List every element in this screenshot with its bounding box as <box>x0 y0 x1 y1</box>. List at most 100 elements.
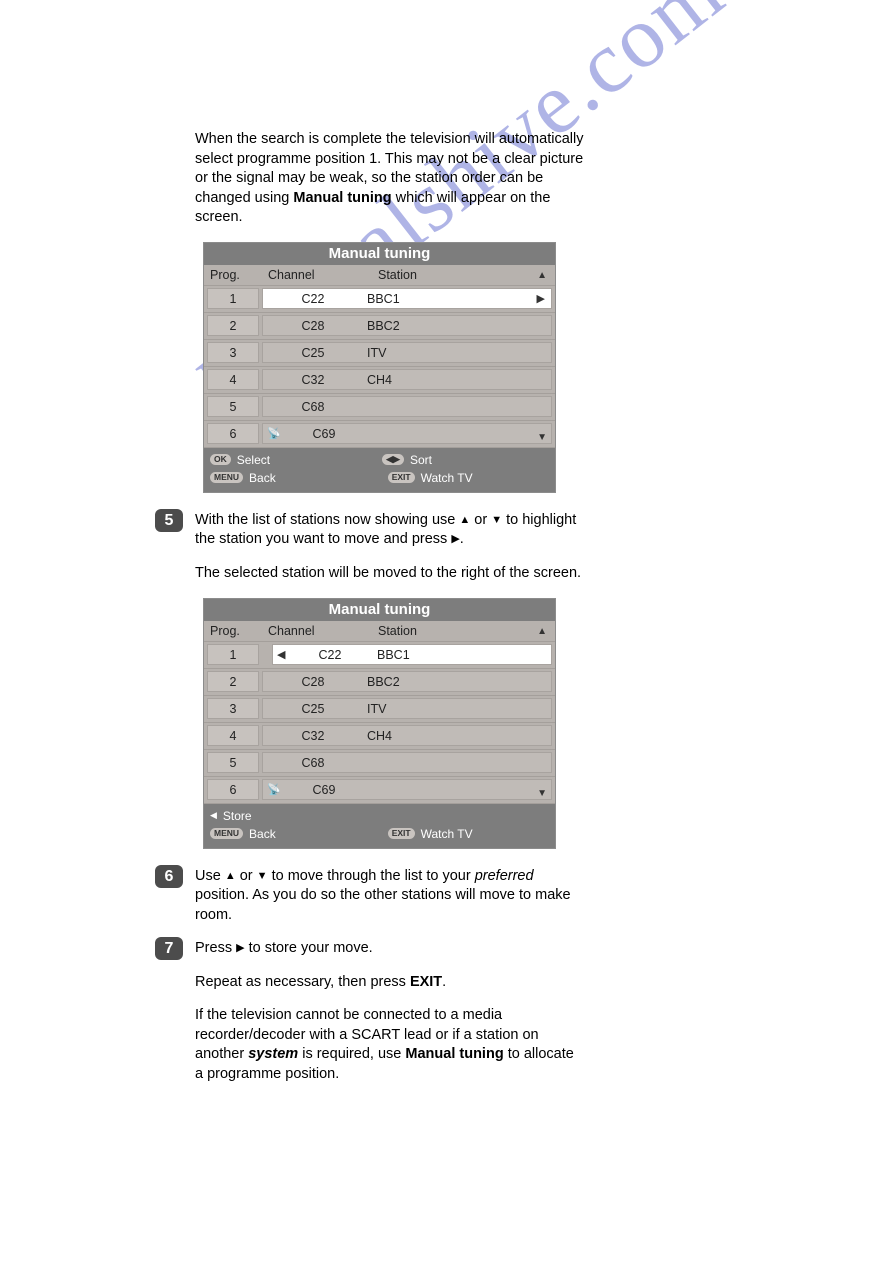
text: . <box>442 974 446 990</box>
row-main[interactable]: 📡 C69 <box>262 423 552 444</box>
sort-button-icon[interactable]: ◀▶ <box>382 454 404 465</box>
prog-cell: 4 <box>207 725 259 746</box>
text: or <box>236 868 257 884</box>
exit-button-icon[interactable]: EXIT <box>388 472 415 483</box>
table-row[interactable]: 3 C25 ITV <box>204 340 555 367</box>
prog-cell: 3 <box>207 342 259 363</box>
step-6: 6 Use ▲ or ▼ to move through the list to… <box>195 867 585 926</box>
col-prog: Prog. <box>204 265 262 285</box>
menu-button-icon[interactable]: MENU <box>210 472 243 483</box>
table-row[interactable]: 2 C28 BBC2 <box>204 313 555 340</box>
exit-button-icon[interactable]: EXIT <box>388 828 415 839</box>
menu-button-icon[interactable]: MENU <box>210 828 243 839</box>
triangle-right-icon: ▶ <box>451 532 459 547</box>
table-row[interactable]: 3 C25 ITV <box>204 696 555 723</box>
triangle-up-icon: ▲ <box>225 869 236 884</box>
row-main[interactable]: C28 BBC2 <box>262 671 552 692</box>
station-value: CH4 <box>363 729 551 743</box>
col-channel: Channel <box>262 621 372 641</box>
station-value: BBC1 <box>363 292 551 306</box>
text: position. As you do so the other station… <box>195 887 571 923</box>
manual-tuning-label: Manual tuning <box>293 190 391 206</box>
menu-title: Manual tuning <box>204 599 555 621</box>
step-7-text-3: If the television cannot be connected to… <box>195 1006 585 1084</box>
table-row[interactable]: 6 📡 C69 <box>204 421 555 448</box>
row-main[interactable]: C32 CH4 <box>262 369 552 390</box>
prog-cell: 2 <box>207 671 259 692</box>
prog-cell: 4 <box>207 369 259 390</box>
preferred-text: preferred <box>475 868 534 884</box>
text: Repeat as necessary, then press <box>195 974 410 990</box>
triangle-left-icon: ◀ <box>277 648 285 661</box>
step-6-text: Use ▲ or ▼ to move through the list to y… <box>195 867 585 926</box>
row-main[interactable]: C28 BBC2 <box>262 315 552 336</box>
step-5-text-1: With the list of stations now showing us… <box>195 511 585 550</box>
watch-tv-label: Watch TV <box>421 827 473 841</box>
station-value: BBC2 <box>363 675 551 689</box>
ok-button-icon[interactable]: OK <box>210 454 231 465</box>
col-channel: Channel <box>262 265 372 285</box>
row-main[interactable]: C68 <box>262 752 552 773</box>
channel-value: C28 <box>263 675 363 689</box>
triangle-down-icon: ▼ <box>257 869 268 884</box>
prog-cell: 5 <box>207 752 259 773</box>
row-main[interactable]: C68 <box>262 396 552 417</box>
table-row[interactable]: 4 C32 CH4 <box>204 723 555 750</box>
menu-rows: 1 ◀ C22 BBC1 2 C28 BBC2 3 C25 ITV <box>204 642 555 804</box>
step-7: 7 Press ▶ to store your move. Repeat as … <box>195 939 585 1084</box>
table-row[interactable]: 4 C32 CH4 <box>204 367 555 394</box>
back-label: Back <box>249 827 276 841</box>
channel-value: C69 <box>285 783 363 797</box>
station-value: ITV <box>363 346 551 360</box>
col-station: Station <box>372 265 555 285</box>
text: is required, use <box>298 1046 405 1062</box>
row-main[interactable]: C32 CH4 <box>262 725 552 746</box>
table-row[interactable]: 5 C68 <box>204 394 555 421</box>
sort-label: Sort <box>410 453 432 467</box>
select-label: Select <box>237 453 270 467</box>
text: to move through the list to your <box>268 868 475 884</box>
back-label: Back <box>249 471 276 485</box>
table-row[interactable]: 1 C22 BBC1 ▶ <box>204 286 555 313</box>
manual-tuning-menu-2: Manual tuning Prog. Channel Station ▲ 1 … <box>203 598 556 849</box>
prog-cell: 2 <box>207 315 259 336</box>
row-main[interactable]: C25 ITV <box>262 342 552 363</box>
station-value: CH4 <box>363 373 551 387</box>
table-row[interactable]: 5 C68 <box>204 750 555 777</box>
prog-cell: 1 <box>207 288 259 309</box>
scroll-down-icon: ▼ <box>537 788 547 799</box>
scroll-up-icon: ▲ <box>537 270 547 281</box>
row-main[interactable]: 📡 C69 <box>262 779 552 800</box>
menu-footer: ◀ Store MENU Back EXIT Watch TV <box>204 804 555 848</box>
prog-cell: 5 <box>207 396 259 417</box>
exit-label: EXIT <box>410 974 442 990</box>
col-station: Station <box>372 621 555 641</box>
prog-cell: 6 <box>207 779 259 800</box>
channel-value: C32 <box>263 373 363 387</box>
text: . <box>460 531 464 547</box>
step-5: 5 With the list of stations now showing … <box>195 511 585 584</box>
satellite-icon: 📡 <box>263 427 285 440</box>
step-7-text-2: Repeat as necessary, then press EXIT. <box>195 973 585 993</box>
table-row[interactable]: 1 ◀ C22 BBC1 <box>204 642 555 669</box>
station-value: BBC1 <box>373 648 551 662</box>
menu-header-row: Prog. Channel Station ▲ <box>204 265 555 286</box>
step-badge: 6 <box>155 865 183 888</box>
row-main[interactable]: C25 ITV <box>262 698 552 719</box>
station-value: BBC2 <box>363 319 551 333</box>
table-row[interactable]: 2 C28 BBC2 <box>204 669 555 696</box>
menu-header-row: Prog. Channel Station ▲ <box>204 621 555 642</box>
row-main[interactable]: C22 BBC1 ▶ <box>262 288 552 309</box>
triangle-down-icon: ▼ <box>491 513 502 528</box>
channel-value: C69 <box>285 427 363 441</box>
col-prog: Prog. <box>204 621 262 641</box>
prog-cell: 3 <box>207 698 259 719</box>
page-content: When the search is complete the televisi… <box>195 130 585 1099</box>
scroll-down-icon: ▼ <box>537 432 547 443</box>
channel-value: C25 <box>263 346 363 360</box>
row-main[interactable]: ◀ C22 BBC1 <box>272 644 552 665</box>
watch-tv-label: Watch TV <box>421 471 473 485</box>
table-row[interactable]: 6 📡 C69 <box>204 777 555 804</box>
triangle-right-icon: ▶ <box>236 941 244 956</box>
system-label: system <box>248 1046 298 1062</box>
